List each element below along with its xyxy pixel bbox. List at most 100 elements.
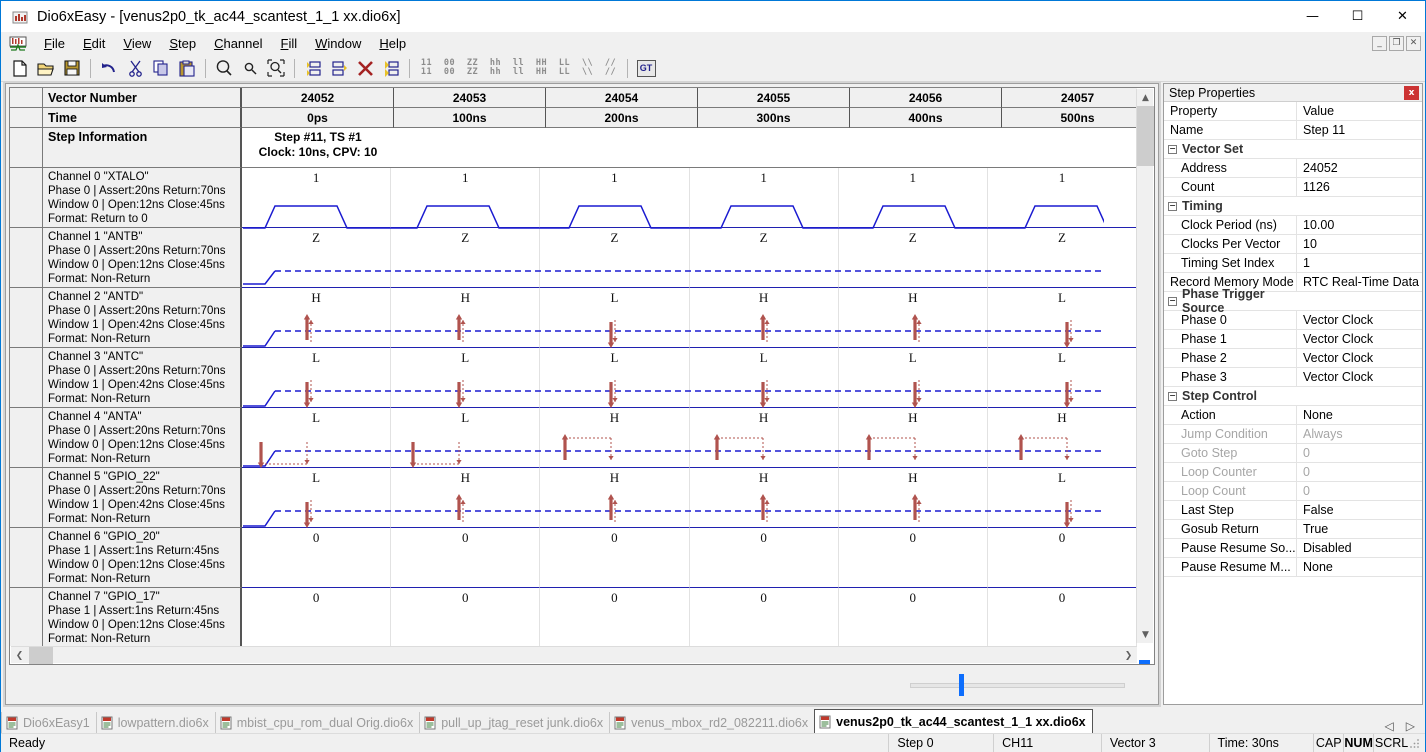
pattern-button[interactable]: LL LL	[553, 57, 576, 80]
channel-label-cell[interactable]: Channel 1 "ANTB" Phase 0 | Assert:20ns Re…	[43, 228, 242, 288]
open-folder-icon[interactable]	[34, 57, 58, 80]
pattern-button[interactable]: ZZ ZZ	[461, 57, 484, 80]
zoom-out-icon[interactable]	[238, 57, 262, 80]
property-row[interactable]: Name Step 11	[1164, 121, 1422, 140]
property-value[interactable]: 0	[1297, 444, 1422, 462]
property-row[interactable]: Pause Resume So... Disabled	[1164, 539, 1422, 558]
property-value[interactable]: True	[1297, 520, 1422, 538]
row-selector-cell[interactable]	[10, 228, 43, 288]
property-row[interactable]: Count 1126	[1164, 178, 1422, 197]
minimize-button[interactable]: —	[1290, 1, 1335, 32]
collapse-toggle-icon[interactable]: −	[1168, 391, 1177, 401]
menu-fill[interactable]: Fill	[272, 34, 307, 53]
channel-label-cell[interactable]: Channel 5 "GPIO_22" Phase 0 | Assert:20ns…	[43, 468, 242, 528]
property-value[interactable]: Vector Clock	[1297, 330, 1422, 348]
row-selector-cell[interactable]	[10, 528, 43, 588]
document-tab[interactable]: lowpattern.dio6x	[95, 712, 215, 733]
vertical-scroll-thumb[interactable]	[1137, 106, 1154, 166]
channel-label-cell[interactable]: Channel 7 "GPIO_17" Phase 1 | Assert:1ns …	[43, 588, 242, 646]
menu-file[interactable]: FFileile	[35, 34, 74, 53]
scroll-left-arrow[interactable]: ❮	[11, 647, 28, 664]
row-selector-cell[interactable]	[10, 348, 43, 408]
menu-view[interactable]: View	[114, 34, 160, 53]
property-row[interactable]: Phase 3 Vector Clock	[1164, 368, 1422, 387]
pattern-button[interactable]: 11 11	[415, 57, 438, 80]
fill-vector-icon[interactable]	[379, 57, 403, 80]
property-value[interactable]: Step 11	[1297, 121, 1422, 139]
mdi-close-button[interactable]: ✕	[1406, 36, 1421, 51]
document-tab[interactable]: Dio6xEasy1	[1, 712, 96, 733]
horizontal-scrollbar[interactable]: ❮ ❯	[11, 646, 1137, 664]
document-tab[interactable]: pull_up_jtag_reset junk.dio6x	[419, 712, 609, 733]
pattern-button[interactable]: hh hh	[484, 57, 507, 80]
row-selector-cell[interactable]	[10, 128, 43, 168]
property-value[interactable]: 10.00	[1297, 216, 1422, 234]
menu-help[interactable]: Help	[370, 34, 415, 53]
gt-button[interactable]: GT	[634, 57, 658, 80]
property-row[interactable]: − Step Control	[1164, 387, 1422, 406]
channel-label-cell[interactable]: Channel 6 "GPIO_20" Phase 1 | Assert:1ns …	[43, 528, 242, 588]
row-selector-cell[interactable]	[10, 288, 43, 348]
property-row[interactable]: Loop Counter 0	[1164, 463, 1422, 482]
resize-corner-marker[interactable]	[1139, 660, 1150, 664]
menu-window[interactable]: Window	[306, 34, 370, 53]
pattern-button[interactable]: ll ll	[507, 57, 530, 80]
undo-icon[interactable]	[97, 57, 121, 80]
zoom-slider-thumb[interactable]	[959, 674, 964, 696]
property-row[interactable]: Action None	[1164, 406, 1422, 425]
channel-label-cell[interactable]: Channel 0 "XTALO" Phase 0 | Assert:20ns R…	[43, 168, 242, 228]
property-value[interactable]	[1297, 197, 1422, 215]
save-icon[interactable]	[60, 57, 84, 80]
property-row[interactable]: Phase 0 Vector Clock	[1164, 311, 1422, 330]
property-value[interactable]: 24052	[1297, 159, 1422, 177]
property-value[interactable]	[1297, 292, 1422, 310]
property-value[interactable]: 0	[1297, 482, 1422, 500]
copy-icon[interactable]	[149, 57, 173, 80]
property-value[interactable]: 1	[1297, 254, 1422, 272]
property-value[interactable]	[1297, 140, 1422, 158]
property-value[interactable]: 10	[1297, 235, 1422, 253]
vertical-scrollbar[interactable]: ▲ ▼	[1136, 89, 1154, 643]
resize-grip-icon[interactable]	[1409, 737, 1421, 749]
property-value[interactable]: Vector Clock	[1297, 349, 1422, 367]
close-button[interactable]: ✕	[1380, 1, 1425, 32]
scroll-up-arrow[interactable]: ▲	[1137, 89, 1154, 106]
insert-vector-icon[interactable]	[301, 57, 325, 80]
cut-scissors-icon[interactable]	[123, 57, 147, 80]
property-row[interactable]: − Phase Trigger Source	[1164, 287, 1422, 315]
maximize-button[interactable]: ☐	[1335, 1, 1380, 32]
row-selector-cell[interactable]	[10, 588, 43, 646]
zoom-slider-track[interactable]	[910, 683, 1125, 688]
property-value[interactable]: Vector Clock	[1297, 311, 1422, 329]
document-tab[interactable]: venus_mbox_rd2_082211.dio6x	[609, 712, 814, 733]
tab-next-icon[interactable]: ▷	[1406, 719, 1415, 733]
row-selector-cell[interactable]	[10, 408, 43, 468]
pattern-button[interactable]: \\ \\	[576, 57, 599, 80]
property-row[interactable]: Timing Set Index 1	[1164, 254, 1422, 273]
pattern-button[interactable]: HH HH	[530, 57, 553, 80]
tab-prev-icon[interactable]: ◁	[1385, 719, 1394, 733]
property-value[interactable]: False	[1297, 501, 1422, 519]
property-value[interactable]: 1126	[1297, 178, 1422, 196]
property-value[interactable]: None	[1297, 406, 1422, 424]
append-vector-icon[interactable]	[327, 57, 351, 80]
delete-vector-icon[interactable]	[353, 57, 377, 80]
property-row[interactable]: Clocks Per Vector 10	[1164, 235, 1422, 254]
zoom-icon[interactable]	[212, 57, 236, 80]
property-row[interactable]: Phase 2 Vector Clock	[1164, 349, 1422, 368]
scroll-down-arrow[interactable]: ▼	[1137, 626, 1154, 643]
row-selector-cell[interactable]	[10, 168, 43, 228]
property-row[interactable]: Address 24052	[1164, 159, 1422, 178]
property-row[interactable]: Phase 1 Vector Clock	[1164, 330, 1422, 349]
menu-edit[interactable]: Edit	[74, 34, 114, 53]
property-row[interactable]: Loop Count 0	[1164, 482, 1422, 501]
new-file-icon[interactable]	[8, 57, 32, 80]
pattern-button[interactable]: 00 00	[438, 57, 461, 80]
paste-icon[interactable]	[175, 57, 199, 80]
collapse-toggle-icon[interactable]: −	[1168, 296, 1177, 306]
scroll-right-arrow[interactable]: ❯	[1120, 647, 1137, 664]
property-row[interactable]: Jump Condition Always	[1164, 425, 1422, 444]
collapse-toggle-icon[interactable]: −	[1168, 144, 1177, 154]
property-row[interactable]: Clock Period (ns) 10.00	[1164, 216, 1422, 235]
property-row[interactable]: Goto Step 0	[1164, 444, 1422, 463]
